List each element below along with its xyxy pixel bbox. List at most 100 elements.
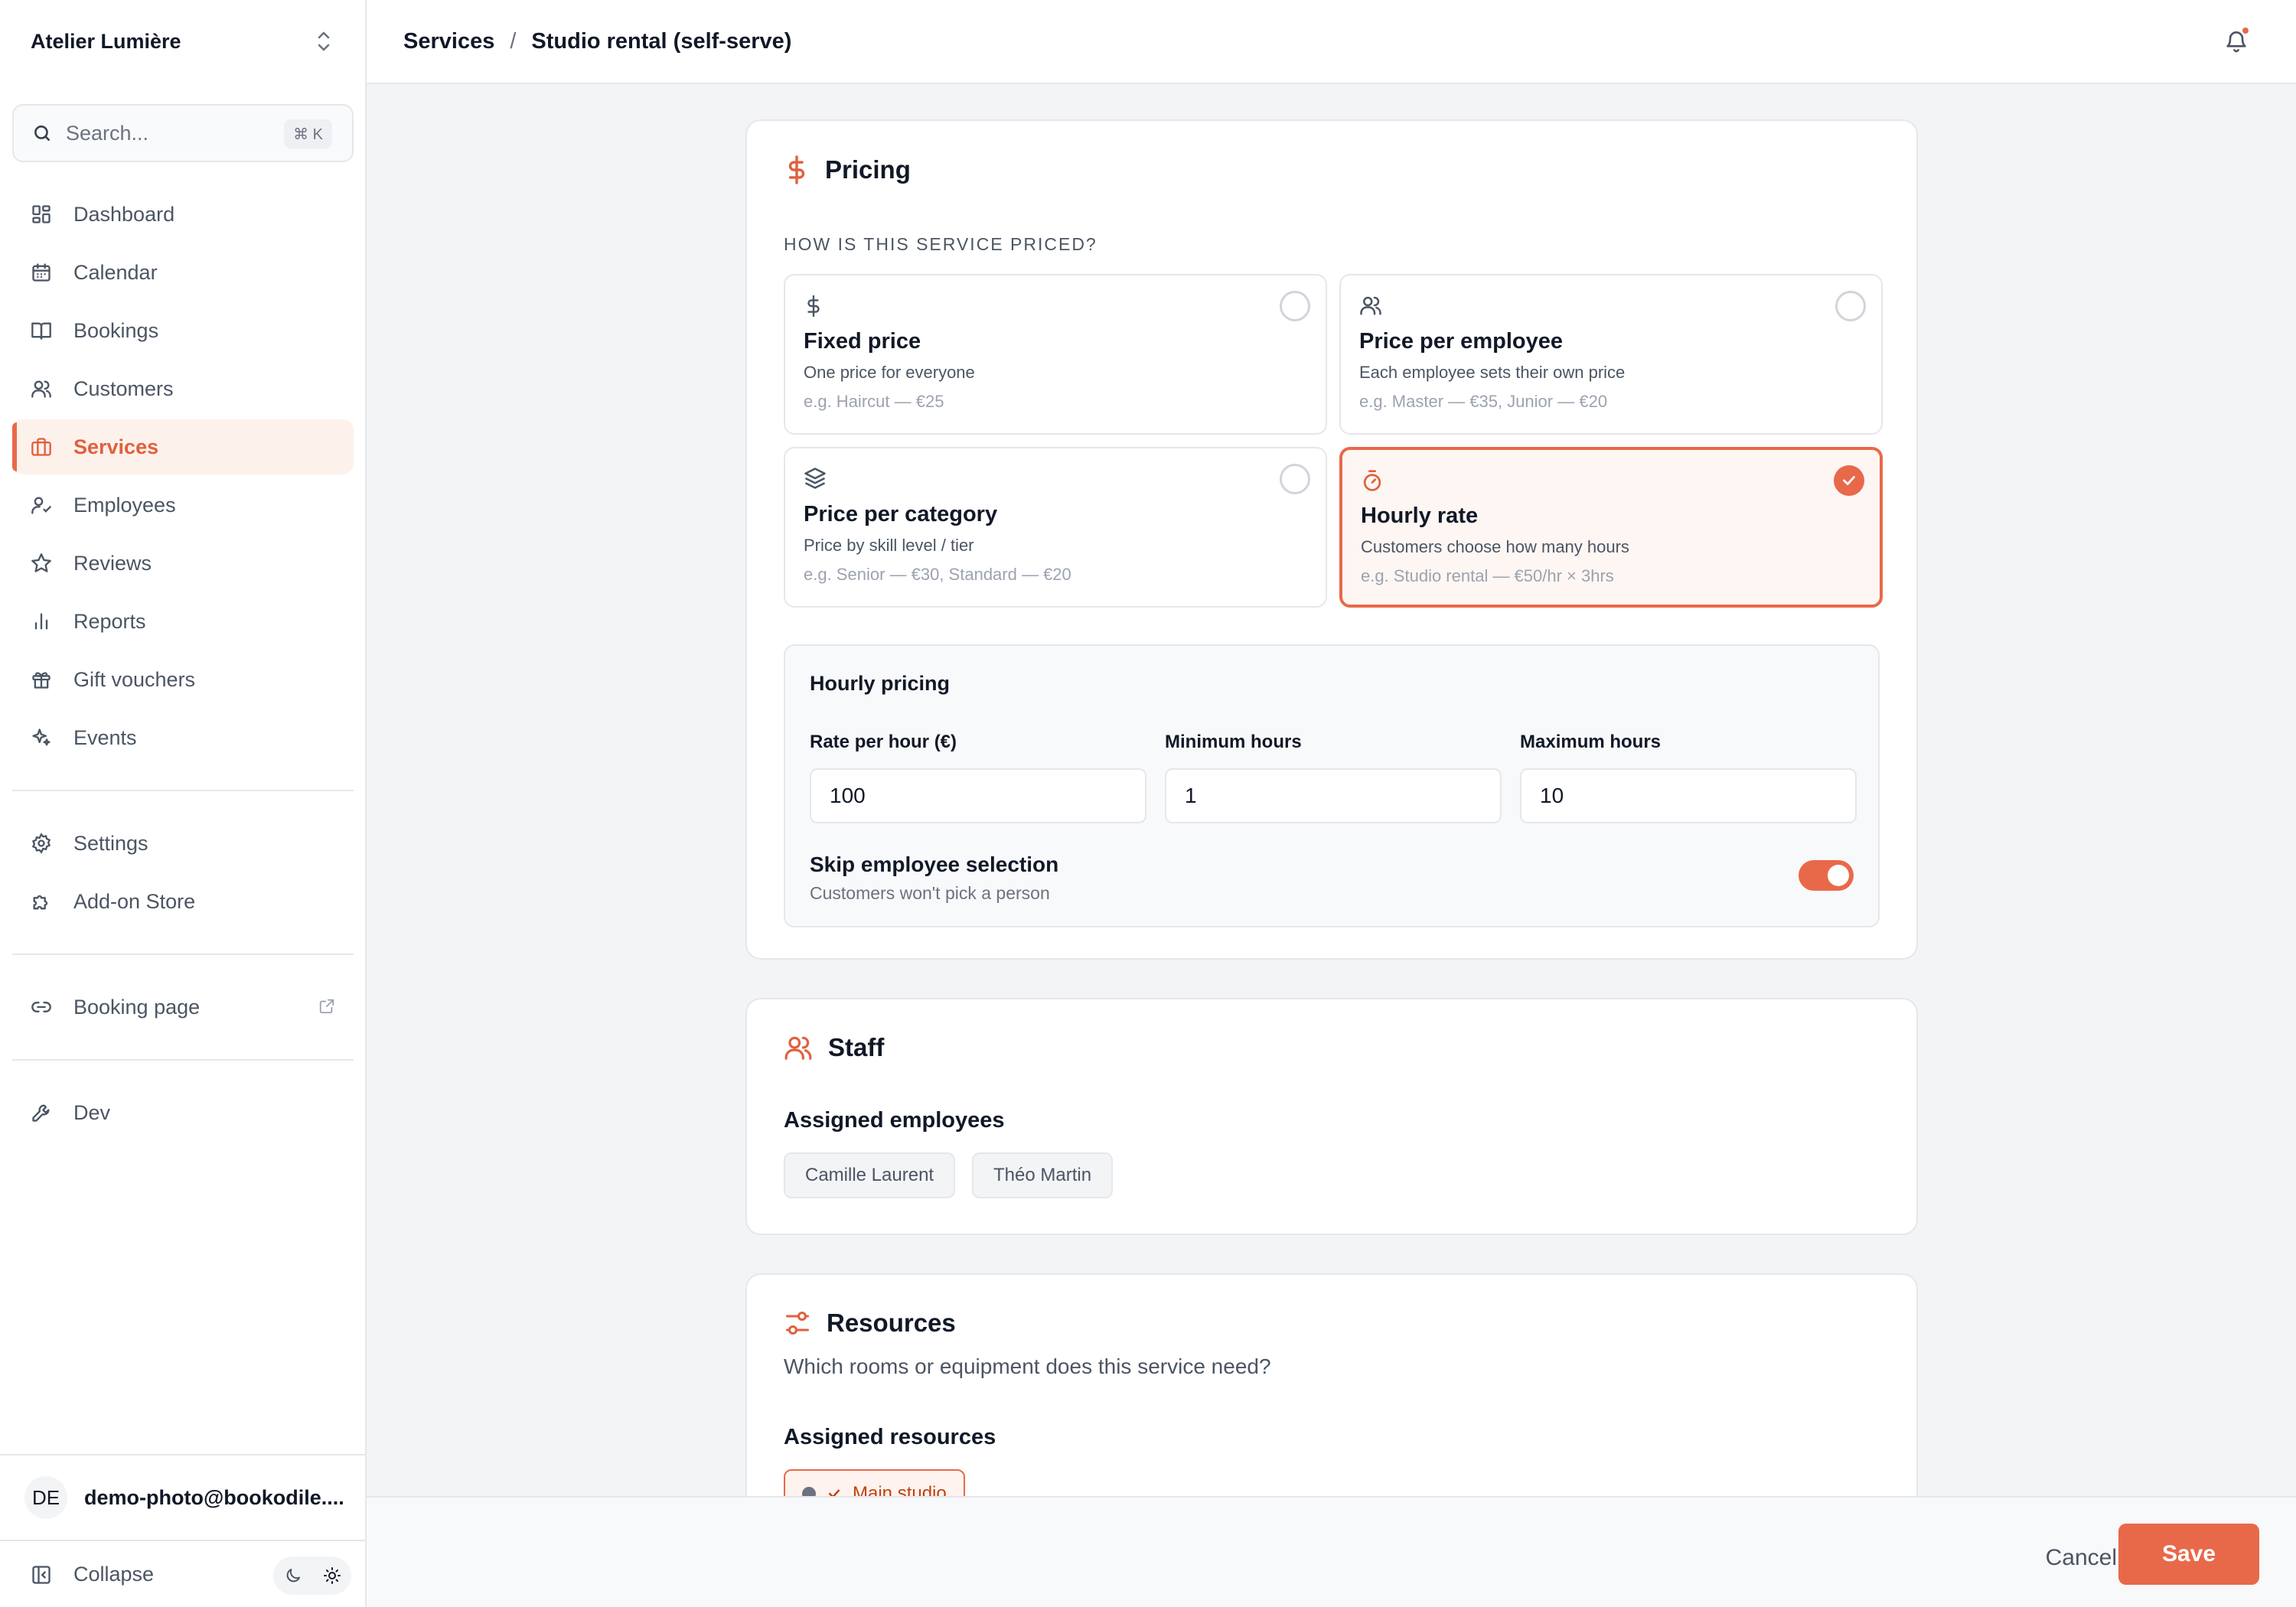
sidebar-collapse-icon [31,1564,52,1586]
action-bar: Cancel Save [367,1496,2296,1607]
save-button[interactable]: Save [2118,1524,2259,1585]
option-title: Price per category [804,502,998,526]
sidebar-item-add-on-store[interactable]: Add-on Store [12,874,354,929]
maximum-hours-input[interactable]: 10 [1520,768,1857,823]
avatar: DE [24,1476,67,1519]
option-title: Fixed price [804,329,921,354]
hourly-pricing-panel: Hourly pricing Rate per hour (€) 100 Min… [784,644,1880,927]
sidebar-item-gift-vouchers[interactable]: Gift vouchers [12,652,354,707]
link-icon [31,996,52,1018]
sliders-icon [784,1309,811,1337]
wrench-icon [31,1102,52,1123]
rate-label: Rate per hour (€) [810,732,957,752]
dollar-icon [784,155,810,185]
pricing-question: HOW IS THIS SERVICE PRICED? [784,234,1097,254]
users-icon [1359,294,1382,317]
sidebar-item-reports[interactable]: Reports [12,594,354,649]
sidebar-item-label: Booking page [73,995,201,1019]
sidebar-item-services[interactable]: Services [12,419,354,474]
stopwatch-icon [1361,468,1384,493]
option-example: e.g. Studio rental — €50/hr × 3hrs [1361,566,1614,585]
max-hours-label: Maximum hours [1520,732,1662,752]
collapse-label: Collapse [73,1562,155,1586]
sidebar-item-reviews[interactable]: Reviews [12,536,354,591]
sidebar-divider [12,1059,354,1061]
employee-chip[interactable]: Camille Laurent [784,1152,956,1198]
search-shortcut: ⌘ K [284,119,332,148]
sidebar-item-events[interactable]: Events [12,710,354,765]
pricing-header: Pricing [784,155,911,185]
minimum-hours-input[interactable]: 1 [1165,768,1502,823]
layers-icon [804,467,827,490]
search-icon [32,123,52,143]
sidebar-item-label: Services [73,435,159,458]
radio-button[interactable] [1280,291,1310,321]
assigned-resources-label: Assigned resources [784,1425,996,1449]
workspace-switcher[interactable]: Atelier Lumière [0,0,365,83]
sidebar-item-label: Events [73,725,137,749]
radio-button[interactable] [1835,291,1866,321]
sidebar-item-label: Employees [73,493,176,517]
option-title: Hourly rate [1361,504,1479,528]
sidebar-item-settings[interactable]: Settings [12,816,354,871]
users-icon [31,378,52,399]
pricing-option-fixed[interactable]: Fixed price One price for everyone e.g. … [784,274,1327,435]
resources-subtitle: Which rooms or equipment does this servi… [784,1354,1271,1378]
radio-button-checked[interactable] [1834,465,1864,496]
skip-employee-toggle[interactable] [1799,860,1854,891]
pricing-option-per-employee[interactable]: Price per employee Each employee sets th… [1339,274,1883,435]
dollar-icon [804,294,823,318]
breadcrumb-current: Studio rental (self-serve) [531,28,792,54]
sidebar-divider [12,953,354,955]
pricing-option-hourly[interactable]: Hourly rate Customers choose how many ho… [1339,447,1883,608]
puzzle-icon [31,891,52,912]
notifications-button[interactable] [2224,26,2250,54]
user-account[interactable]: DE demo-photo@bookodile.... [0,1454,365,1540]
sparkle-icon [31,727,52,748]
option-description: Each employee sets their own price [1359,363,1626,382]
search-input[interactable]: Search... ⌘ K [12,104,354,162]
notification-dot [2241,26,2250,35]
external-link-icon [318,998,335,1015]
moon-icon[interactable] [284,1566,302,1585]
staff-card: Staff Assigned employees Camille Laurent… [745,998,1918,1235]
sidebar-item-label: Calendar [73,260,158,284]
resources-header: Resources [784,1309,956,1338]
user-email: demo-photo@bookodile.... [84,1485,344,1509]
gear-icon [31,833,52,854]
sidebar-item-customers[interactable]: Customers [12,361,354,416]
radio-button[interactable] [1280,464,1310,494]
employee-chip[interactable]: Théo Martin [972,1152,1114,1198]
user-check-icon [31,494,52,516]
pricing-option-per-category[interactable]: Price per category Price by skill level … [784,447,1327,608]
staff-header: Staff [784,1033,884,1062]
rate-per-hour-input[interactable]: 100 [810,768,1146,823]
sidebar-item-booking-page[interactable]: Booking page [12,980,354,1035]
sidebar-item-calendar[interactable]: Calendar [12,245,354,300]
sun-icon[interactable] [323,1566,341,1585]
sidebar-item-dashboard[interactable]: Dashboard [12,187,354,242]
collapse-sidebar-button[interactable]: Collapse [0,1540,365,1607]
skip-employee-description: Customers won't pick a person [810,883,1050,903]
pricing-card: Pricing HOW IS THIS SERVICE PRICED? Fixe… [745,119,1918,960]
sidebar-item-label: Gift vouchers [73,667,196,691]
sidebar-item-bookings[interactable]: Bookings [12,303,354,358]
sidebar-item-dev[interactable]: Dev [12,1085,354,1140]
dashboard-icon [31,204,52,225]
sidebar-item-label: Dev [73,1100,111,1124]
sidebar-item-label: Reviews [73,551,152,575]
sidebar-divider [12,790,354,791]
cancel-button[interactable]: Cancel [2046,1545,2117,1571]
option-example: e.g. Master — €35, Junior — €20 [1359,392,1608,411]
search-placeholder: Search... [66,121,149,145]
sidebar: Atelier Lumière Search... ⌘ K Dashboard … [0,0,367,1607]
sidebar-item-label: Bookings [73,318,159,342]
sidebar-item-label: Add-on Store [73,889,196,913]
sidebar-item-label: Reports [73,609,146,633]
hourly-pricing-title: Hourly pricing [810,672,951,695]
option-example: e.g. Haircut — €25 [804,392,944,411]
sidebar-item-employees[interactable]: Employees [12,478,354,533]
theme-toggle[interactable] [273,1556,351,1595]
users-icon [784,1033,813,1062]
breadcrumb-parent[interactable]: Services [403,29,494,54]
